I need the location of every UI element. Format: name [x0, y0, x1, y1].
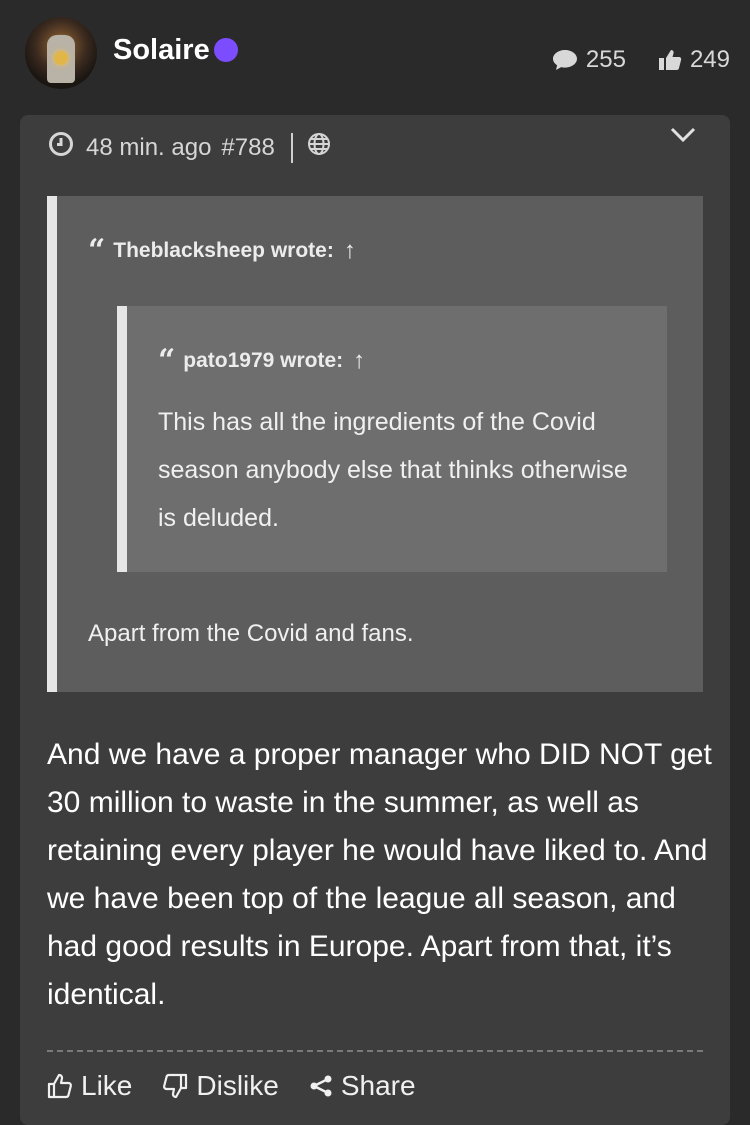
like-button[interactable]: Like: [47, 1070, 132, 1102]
quote-author-line[interactable]: “ Theblacksheep wrote: ↑: [88, 236, 356, 266]
thumbs-up-icon: [658, 49, 682, 71]
quote-icon: “: [158, 343, 176, 378]
user-stats: 255 249: [552, 46, 730, 74]
nested-quote-author: pato1979 wrote:: [183, 349, 344, 372]
avatar-sun-emblem: [54, 51, 68, 65]
thumbs-down-outline-icon: [162, 1073, 188, 1099]
comment-bubble-icon: [552, 49, 578, 71]
dislike-button[interactable]: Dislike: [162, 1070, 279, 1102]
post-body: And we have a proper manager who DID NOT…: [47, 738, 712, 1011]
quote-reply-text: Apart from the Covid and fans.: [88, 620, 414, 647]
like-count: 249: [689, 46, 730, 73]
jump-to-quote-arrow-icon[interactable]: ↑: [344, 237, 356, 265]
post-time: 48 min. ago: [86, 133, 212, 161]
divider: [47, 1050, 703, 1052]
username[interactable]: Solaire: [113, 34, 210, 67]
post-header: Solaire 255 249: [0, 0, 750, 110]
quote-block: “ Theblacksheep wrote: ↑ “ pato1979 wrot…: [47, 196, 703, 692]
avatar[interactable]: [25, 17, 97, 89]
share-button[interactable]: Share: [309, 1070, 416, 1102]
clock-icon: [48, 131, 74, 164]
share-label: Share: [340, 1070, 416, 1101]
quote-icon: “: [88, 233, 106, 268]
thumbs-up-outline-icon: [47, 1073, 73, 1099]
like-label: Like: [81, 1070, 133, 1101]
jump-to-quote-arrow-icon[interactable]: ↑: [353, 347, 365, 375]
dislike-label: Dislike: [196, 1070, 279, 1101]
quote-author: Theblacksheep wrote:: [113, 239, 334, 262]
post-actions: Like Dislike Share: [47, 1070, 446, 1102]
nested-quote-block: “ pato1979 wrote: ↑ This has all the ing…: [117, 306, 667, 572]
comment-count: 255: [585, 46, 626, 73]
status-dot-icon: [214, 38, 238, 62]
post-meta: 48 min. ago #788: [48, 131, 331, 164]
nested-quote-text: This has all the ingredients of the Covi…: [158, 408, 628, 532]
chevron-down-icon[interactable]: [669, 125, 697, 150]
nested-quote-author-line[interactable]: “ pato1979 wrote: ↑: [158, 346, 365, 376]
post-number[interactable]: #788: [221, 134, 274, 162]
globe-icon[interactable]: [307, 132, 331, 163]
share-icon: [309, 1074, 333, 1098]
meta-divider: [290, 132, 293, 163]
post-card: 48 min. ago #788 “ Theblacksheep wrote: …: [20, 115, 730, 1125]
